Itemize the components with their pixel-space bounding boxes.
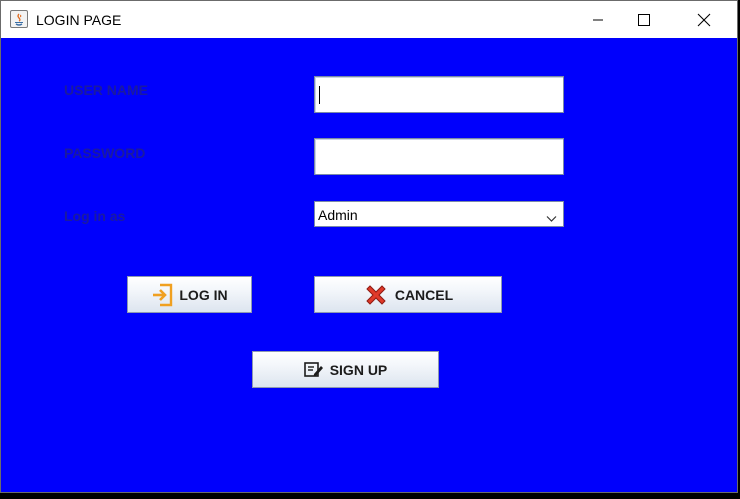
cancel-x-icon — [363, 282, 389, 308]
maximize-icon — [638, 13, 650, 26]
close-button[interactable] — [681, 1, 727, 38]
login-button[interactable]: LOG IN — [127, 276, 252, 313]
cancel-button[interactable]: CANCEL — [314, 276, 502, 313]
title-bar[interactable]: LOGIN PAGE — [1, 1, 737, 38]
maximize-button[interactable] — [621, 1, 667, 38]
close-icon — [697, 13, 711, 26]
edit-form-icon — [303, 361, 324, 379]
username-label: USER NAME — [64, 82, 149, 98]
signup-button[interactable]: SIGN UP — [252, 351, 439, 388]
login-as-label: Log in as — [64, 208, 126, 224]
chevron-down-icon[interactable] — [546, 210, 557, 228]
signup-button-label: SIGN UP — [329, 361, 388, 378]
window-title: LOGIN PAGE — [36, 12, 122, 28]
minimize-button[interactable] — [575, 1, 621, 38]
password-field[interactable] — [314, 138, 564, 175]
login-as-dropdown[interactable]: Admin — [314, 201, 564, 227]
text-caret — [319, 86, 320, 104]
login-window: LOGIN PAGE USER NAME PASSWORD Log in as … — [0, 0, 738, 493]
password-label: PASSWORD — [64, 145, 146, 161]
login-icon — [151, 283, 173, 307]
cancel-button-label: CANCEL — [394, 286, 454, 303]
username-field[interactable] — [314, 76, 564, 113]
login-button-label: LOG IN — [179, 286, 228, 303]
java-app-icon — [10, 10, 28, 28]
login-as-selected: Admin — [318, 207, 358, 223]
minimize-icon — [593, 19, 603, 20]
